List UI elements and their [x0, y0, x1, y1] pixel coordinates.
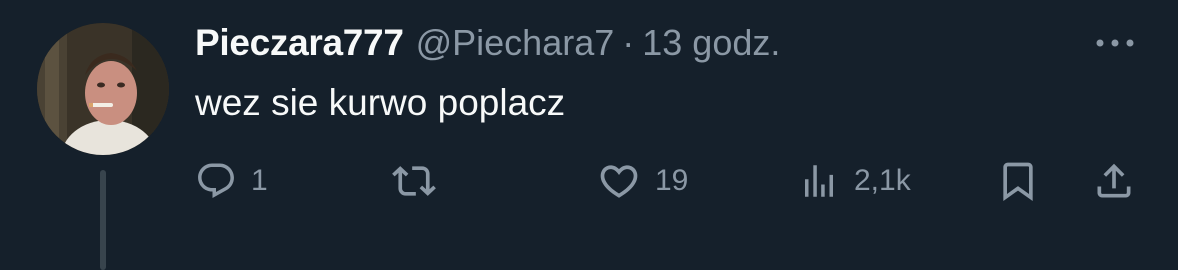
views-count: 2,1k — [854, 164, 911, 197]
like-count: 19 — [655, 164, 689, 197]
reply-count: 1 — [251, 164, 268, 197]
reply-button[interactable]: 1 — [195, 157, 268, 205]
bookmark-icon — [1003, 162, 1033, 202]
retweet-icon — [392, 166, 436, 196]
retweet-button[interactable] — [392, 157, 436, 205]
tweet-text: wez sie kurwo poplacz — [195, 82, 566, 123]
thread-line — [100, 170, 106, 270]
views-icon — [805, 165, 833, 197]
views-button[interactable]: 2,1k — [798, 157, 911, 205]
like-button[interactable]: 19 — [597, 157, 688, 205]
heart-icon — [600, 165, 638, 198]
separator-dot: · — [622, 22, 635, 63]
avatar[interactable] — [37, 23, 169, 155]
bookmark-button[interactable] — [996, 157, 1040, 205]
share-button[interactable] — [1092, 157, 1136, 205]
share-icon — [1097, 163, 1131, 198]
tweet-header: Pieczara777 @Piechara7 · 13 godz. — [195, 18, 780, 68]
avatar-image — [37, 23, 169, 155]
more-options-button[interactable] — [1090, 28, 1140, 58]
display-name[interactable]: Pieczara777 — [195, 22, 404, 64]
timestamp[interactable]: 13 godz. — [642, 22, 780, 64]
more-icon — [1096, 39, 1134, 47]
user-handle[interactable]: @Piechara7 — [416, 22, 615, 64]
reply-icon — [198, 163, 234, 198]
